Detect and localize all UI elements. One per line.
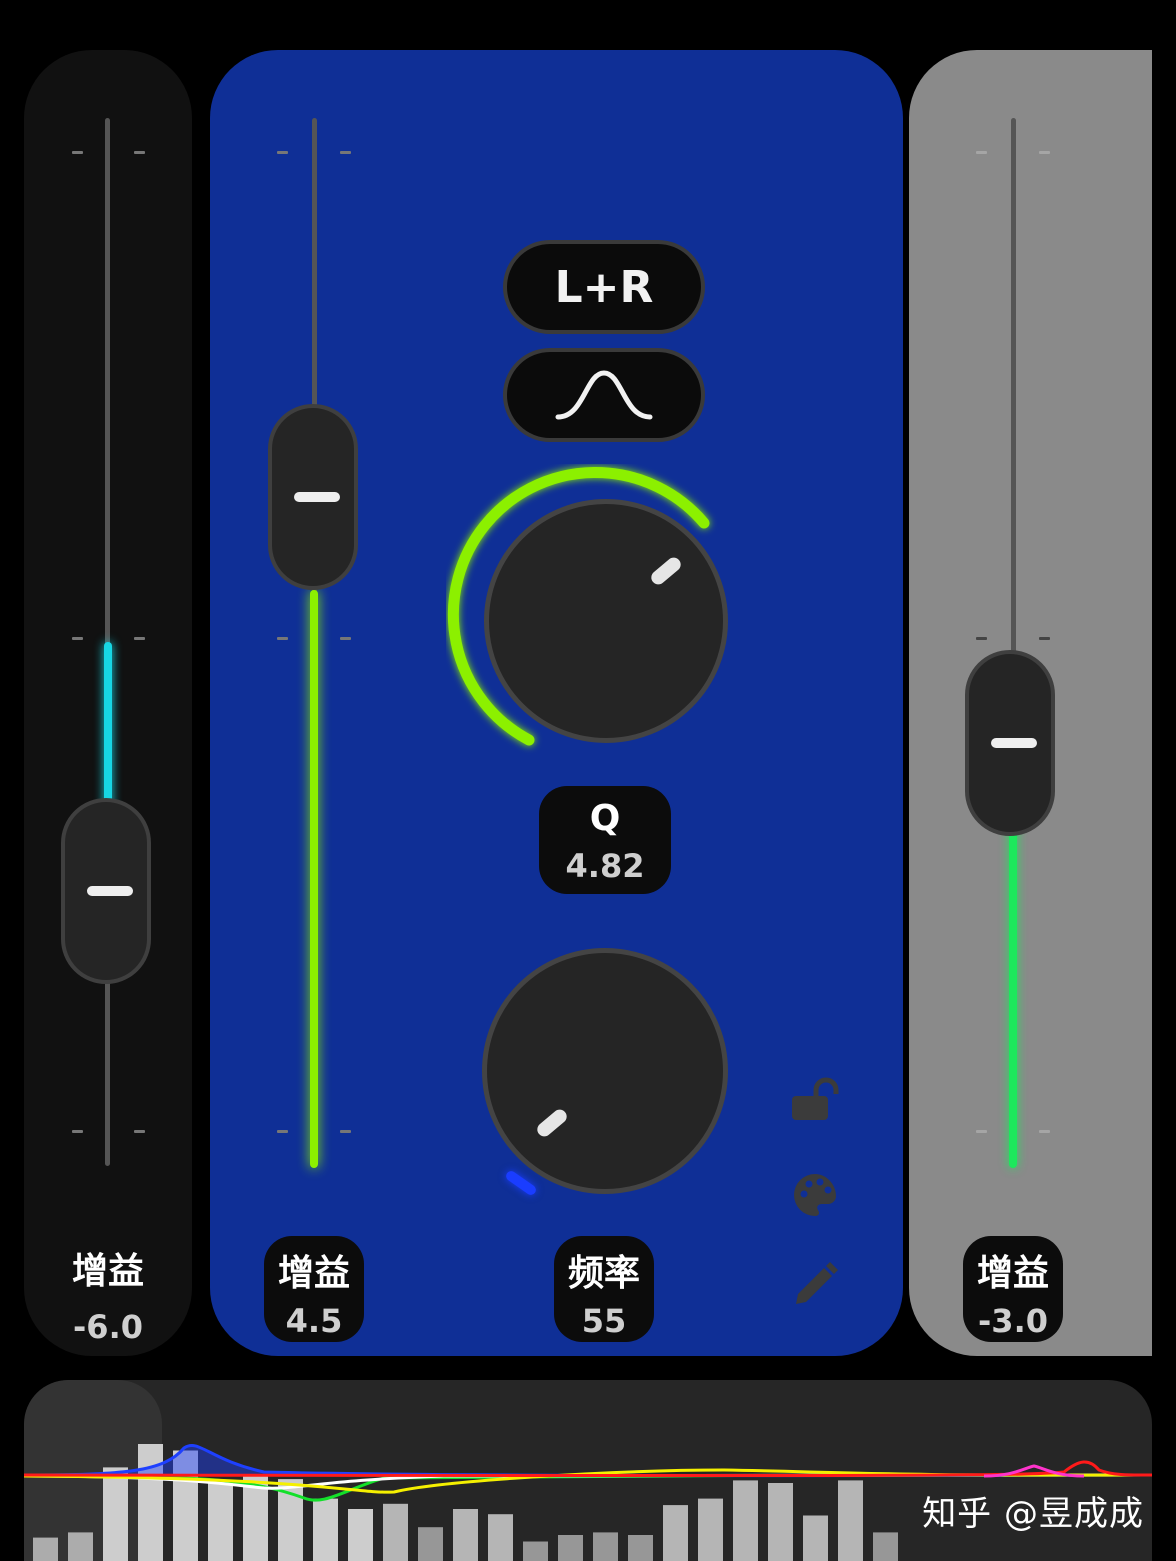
spectrum-bar: [33, 1537, 58, 1561]
spectrum-bar: [313, 1498, 338, 1561]
gain-slider-fill: [310, 590, 318, 1168]
spectrum-bar: [383, 1503, 408, 1561]
tick-mark: [976, 637, 987, 640]
handle-grip: [991, 738, 1037, 748]
spectrum-bar: [103, 1467, 128, 1561]
gain-readout: 增益 -3.0: [963, 1236, 1063, 1342]
spectrum-bar: [138, 1444, 163, 1561]
tick-mark: [1039, 1130, 1050, 1133]
gain-value: -3.0: [978, 1302, 1048, 1340]
unlock-icon[interactable]: [790, 1074, 840, 1124]
gain-slider-handle[interactable]: [965, 650, 1055, 836]
handle-grip: [87, 886, 133, 896]
frequency-knob[interactable]: [482, 948, 728, 1194]
frequency-title: 频率: [567, 1253, 640, 1294]
spectrum-bar: [558, 1535, 583, 1561]
gain-title: 增益: [277, 1253, 350, 1294]
spectrum-bar: [663, 1505, 688, 1561]
frequency-arc-start: [504, 1169, 538, 1197]
spectrum-bar: [453, 1509, 478, 1561]
gain-slider-handle[interactable]: [61, 798, 151, 984]
gain-slider-fill: [1009, 820, 1017, 1168]
palette-icon[interactable]: [790, 1170, 840, 1220]
spectrum-bar: [208, 1480, 233, 1561]
spectrum-bar: [488, 1514, 513, 1561]
spectrum-bar: [348, 1509, 373, 1561]
tick-mark: [134, 637, 145, 640]
eq-curve-fill: [24, 1445, 1152, 1476]
gain-title: 增益: [976, 1253, 1049, 1294]
spectrum-bar: [803, 1515, 828, 1561]
spectrum-analyzer[interactable]: 知乎 @昱成成: [24, 1380, 1152, 1561]
tick-mark: [340, 637, 351, 640]
tick-mark: [134, 1130, 145, 1133]
channel-mode-label: L+R: [554, 261, 654, 313]
gain-title: 增益: [71, 1251, 144, 1292]
spectrum-bar: [593, 1532, 618, 1561]
tick-mark: [72, 151, 83, 154]
gain-value: -6.0: [73, 1308, 143, 1346]
tick-mark: [340, 151, 351, 154]
q-value: 4.82: [565, 847, 645, 885]
tick-mark: [277, 637, 288, 640]
handle-grip: [294, 492, 340, 502]
watermark-text: 知乎 @昱成成: [922, 1494, 1144, 1534]
gain-value: 4.5: [285, 1302, 343, 1340]
spectrum-bar: [873, 1532, 898, 1561]
tick-mark: [277, 151, 288, 154]
band-panel-selected[interactable]: L+R Q 4.82 增益 4.5 频率 55: [210, 50, 903, 1356]
pencil-icon[interactable]: [790, 1260, 840, 1310]
frequency-readout: 频率 55: [554, 1236, 654, 1342]
spectrum-bar: [68, 1532, 93, 1561]
q-readout: Q 4.82: [539, 786, 671, 894]
tick-mark: [976, 151, 987, 154]
channel-mode-button[interactable]: L+R: [503, 240, 705, 334]
tick-mark: [1039, 637, 1050, 640]
tick-mark: [340, 1130, 351, 1133]
gain-readout: 增益 -6.0: [48, 1242, 168, 1346]
spectrum-bar: [733, 1480, 758, 1561]
q-title: Q: [589, 798, 621, 839]
spectrum-bar: [418, 1527, 443, 1561]
bell-curve-icon: [555, 370, 653, 420]
spectrum-bar: [768, 1483, 793, 1561]
gain-slider-handle[interactable]: [268, 404, 358, 590]
tick-mark: [976, 1130, 987, 1133]
tick-mark: [72, 1130, 83, 1133]
spectrum-bar: [698, 1498, 723, 1561]
knob-indicator: [648, 554, 684, 588]
spectrum-bar: [838, 1480, 863, 1561]
band-panel-right[interactable]: 增益 -3.0: [909, 50, 1152, 1356]
spectrum-bar: [628, 1535, 653, 1561]
filter-shape-button[interactable]: [503, 348, 705, 442]
tick-mark: [1039, 151, 1050, 154]
spectrum-bar: [523, 1541, 548, 1561]
frequency-value: 55: [581, 1302, 627, 1340]
knob-indicator: [534, 1106, 570, 1140]
q-knob[interactable]: [484, 499, 728, 743]
gain-readout: 增益 4.5: [264, 1236, 364, 1342]
band-panel-left[interactable]: 增益 -6.0: [24, 50, 192, 1356]
tick-mark: [277, 1130, 288, 1133]
tick-mark: [72, 637, 83, 640]
tick-mark: [134, 151, 145, 154]
